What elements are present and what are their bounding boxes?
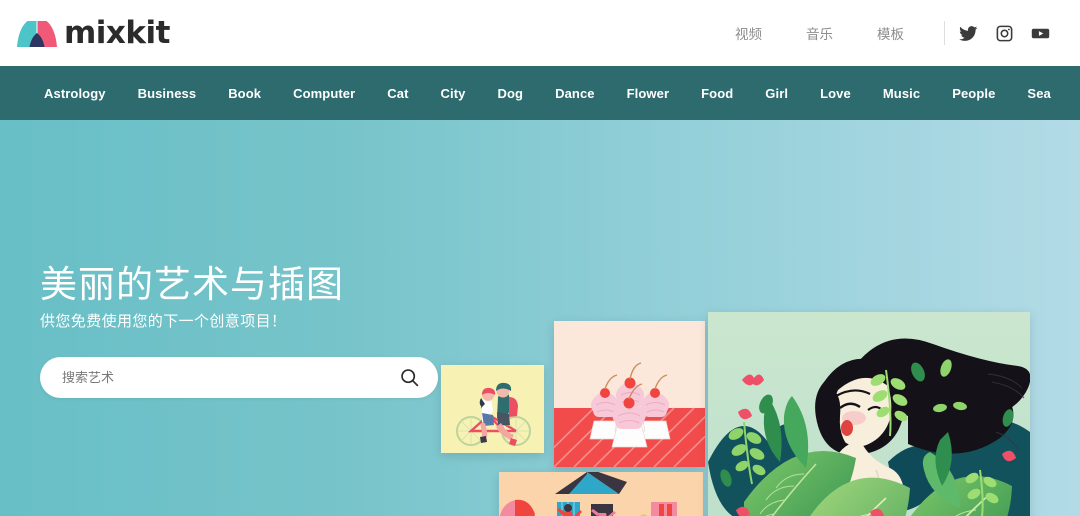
hero-section: 美丽的艺术与插图 供您免费使用您的下一个创意项目！: [0, 120, 1080, 516]
category-love[interactable]: Love: [804, 86, 867, 101]
category-sky[interactable]: Sky: [1067, 86, 1080, 101]
hero-subtitle: 供您免费使用您的下一个创意项目！: [40, 313, 287, 331]
category-people[interactable]: People: [936, 86, 1011, 101]
top-navigation: 视频 音乐 模板: [713, 21, 1050, 45]
illustration-card-beach[interactable]: [499, 472, 703, 516]
category-book[interactable]: Book: [212, 86, 277, 101]
category-business[interactable]: Business: [122, 86, 213, 101]
brand-name: mixkit: [64, 15, 170, 51]
category-dance[interactable]: Dance: [539, 86, 611, 101]
header-divider: [944, 21, 945, 45]
search-icon: [400, 369, 418, 387]
forest-girl-illustration: [708, 312, 1030, 516]
illustration-card-cupcakes[interactable]: [554, 321, 705, 467]
search-input[interactable]: [62, 370, 398, 386]
site-header: mixkit 视频 音乐 模板: [0, 0, 1080, 66]
topnav-templates[interactable]: 模板: [855, 23, 926, 43]
topnav-video[interactable]: 视频: [713, 23, 784, 43]
category-computer[interactable]: Computer: [277, 86, 371, 101]
mixkit-m-logo-icon: [17, 19, 57, 47]
category-cat[interactable]: Cat: [371, 86, 424, 101]
search-button[interactable]: [398, 367, 420, 389]
category-astrology[interactable]: Astrology: [38, 86, 122, 101]
illustration-card-forest-girl[interactable]: [708, 312, 1030, 516]
hero-copy: 美丽的艺术与插图 供您免费使用您的下一个创意项目！: [40, 264, 460, 399]
hero-title: 美丽的艺术与插图: [40, 264, 344, 305]
topnav-music[interactable]: 音乐: [784, 23, 855, 43]
search-bar[interactable]: [40, 357, 438, 399]
category-food[interactable]: Food: [685, 86, 749, 101]
category-music[interactable]: Music: [867, 86, 936, 101]
category-flower[interactable]: Flower: [611, 86, 686, 101]
category-sea[interactable]: Sea: [1011, 86, 1066, 101]
category-navigation: Astrology Business Book Computer Cat Cit…: [0, 66, 1080, 120]
category-girl[interactable]: Girl: [749, 86, 804, 101]
brand-logo[interactable]: mixkit: [16, 15, 170, 51]
category-dog[interactable]: Dog: [482, 86, 540, 101]
category-city[interactable]: City: [425, 86, 482, 101]
instagram-icon[interactable]: [995, 24, 1014, 43]
beach-illustration: [499, 472, 703, 516]
youtube-icon[interactable]: [1031, 24, 1050, 43]
page-root: mixkit 视频 音乐 模板 Astrology Business Book …: [0, 0, 1080, 516]
cupcakes-illustration: [554, 321, 705, 467]
twitter-icon[interactable]: [959, 24, 978, 43]
social-links: [959, 24, 1050, 43]
